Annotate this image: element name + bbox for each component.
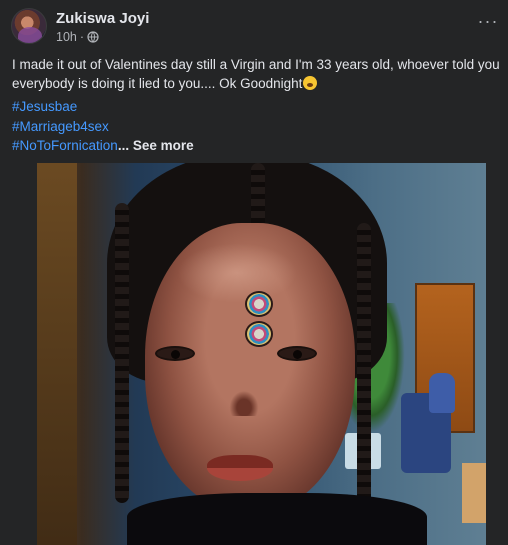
photo-braid-left	[115, 203, 129, 503]
hashtag-jesusbae[interactable]: #Jesusbae	[12, 97, 194, 117]
photo-braid-right	[357, 223, 371, 523]
photo-clothing	[127, 493, 427, 545]
hashtag-list: #Jesusbae #Marriageb4sex #NoToFornicatio…	[12, 97, 194, 156]
photo-eye-left	[155, 346, 195, 361]
more-options-icon[interactable]: ···	[476, 12, 500, 34]
photo-background-person	[429, 373, 455, 413]
photo-lips	[207, 455, 273, 481]
photo-wood-panel	[37, 163, 77, 545]
hashtag-notofornication[interactable]: #NoToFornication	[12, 136, 118, 156]
facebook-post: Zukiswa Joyi 10h · ··· I made it out of …	[0, 0, 508, 545]
photo-bead-top	[245, 291, 273, 317]
hashtag-row-last: #NoToFornication ... See more	[12, 136, 194, 156]
hashtag-marriageb4sex[interactable]: #Marriageb4sex	[12, 117, 194, 137]
post-message: I made it out of Valentines day still a …	[12, 57, 500, 91]
post-photo[interactable]	[37, 163, 486, 545]
see-more-link[interactable]: ... See more	[118, 136, 194, 156]
yawning-face-emoji	[303, 76, 318, 90]
globe-icon[interactable]	[87, 31, 99, 43]
photo-table	[462, 463, 486, 523]
post-meta: 10h ·	[56, 30, 99, 44]
meta-separator: ·	[79, 30, 85, 44]
photo-forehead-highlight	[177, 243, 297, 303]
post-timestamp[interactable]: 10h	[56, 30, 77, 44]
photo-bead-bottom	[245, 321, 273, 347]
author-avatar[interactable]	[11, 8, 47, 44]
photo-eye-right	[277, 346, 317, 361]
post-text: I made it out of Valentines day still a …	[12, 55, 502, 93]
post-header: Zukiswa Joyi 10h · ···	[11, 8, 500, 48]
author-name[interactable]: Zukiswa Joyi	[56, 10, 149, 27]
photo-nose	[227, 388, 261, 416]
